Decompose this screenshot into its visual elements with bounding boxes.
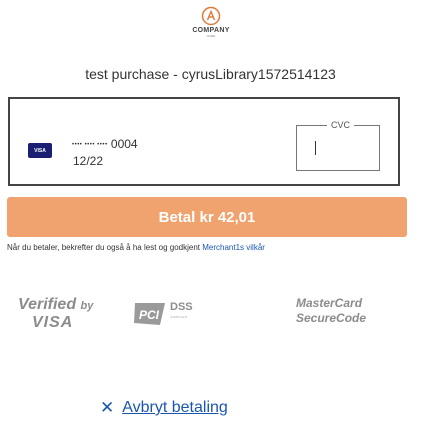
verified-by-visa-badge: Verified by VISA [18, 296, 93, 332]
text-caret [315, 141, 316, 155]
card-form: VISA •••• •••• •••• 0004 12/22 CVC [8, 97, 400, 186]
purchase-title: test purchase - cyrusLibrary1572514123 [85, 66, 336, 82]
cancel-payment-link[interactable]: ✕ Avbryt betaling [100, 398, 228, 418]
card-expiry: 12/22 [73, 154, 104, 168]
vbv-visa: VISA [32, 314, 74, 331]
merchant-terms-link[interactable]: Merchant1s vilkår [202, 243, 265, 252]
mastercard-securecode-badge: MasterCard SecureCode [296, 296, 366, 326]
pay-button[interactable]: Betal kr 42,01 [7, 197, 407, 237]
pci-dss-badge: PCI DSS COMPLIANT [132, 297, 193, 327]
logo-sub: NAME [206, 34, 216, 38]
visa-card-icon: VISA [28, 143, 52, 158]
svg-text:PCI: PCI [139, 308, 160, 322]
card-brand-text: VISA [34, 147, 46, 154]
close-icon: ✕ [100, 398, 115, 417]
pci-logo-icon: PCI [134, 303, 165, 325]
card-number: •••• •••• •••• 0004 [72, 137, 138, 151]
logo-icon [201, 6, 221, 26]
cvc-label: CVC [327, 119, 355, 131]
vbv-verified: Verified [18, 296, 77, 313]
pci-compliant-text: COMPLIANT [170, 315, 188, 319]
company-logo: COMPANY NAME [188, 6, 234, 38]
card-number-mask: •••• •••• •••• [72, 141, 108, 148]
cvc-input[interactable]: CVC [296, 119, 380, 171]
vbv-by: by [80, 300, 94, 312]
cancel-label: Avbryt betaling [122, 399, 228, 416]
terms-text: Når du betaler, bekrefter du også å ha l… [7, 243, 265, 252]
logo-name: COMPANY [192, 27, 230, 34]
mc-line2: SecureCode [296, 311, 367, 325]
card-last4: 0004 [110, 137, 138, 151]
mc-line1: MasterCard [296, 296, 363, 310]
terms-statement: Når du betaler, bekrefter du også å ha l… [7, 243, 201, 252]
